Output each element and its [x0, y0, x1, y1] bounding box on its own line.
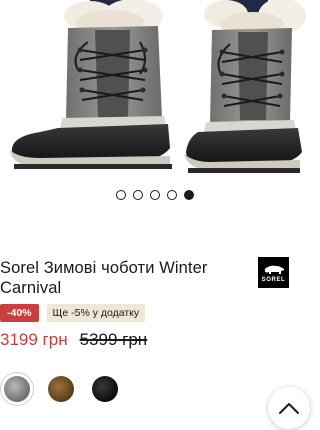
discount-badge: -40%: [0, 304, 39, 322]
color-swatch-grey[interactable]: [0, 372, 34, 406]
carousel-dot-3[interactable]: [150, 190, 160, 200]
color-swatch-fill: [4, 376, 30, 402]
product-title: Sorel Зимові чоботи Winter Carnival: [0, 259, 208, 297]
current-price: 3199 грн: [0, 330, 68, 349]
color-swatch-fill: [92, 376, 118, 402]
carousel-dot-1[interactable]: [116, 190, 126, 200]
old-price: 5399 грн: [79, 330, 148, 349]
color-swatch-fill: [48, 376, 74, 402]
right-boot: [184, 0, 306, 173]
price-badges: -40% Ще -5% у додатку: [0, 304, 146, 322]
color-swatch-black[interactable]: [88, 372, 122, 406]
product-image-gallery[interactable]: [0, 0, 310, 178]
carousel-dot-2[interactable]: [133, 190, 143, 200]
brand-name: SOREL: [261, 276, 286, 283]
chevron-up-icon: [279, 403, 299, 414]
carousel-pagination: [0, 190, 310, 200]
brand-logo[interactable]: SOREL: [258, 257, 289, 288]
color-selector: [0, 372, 122, 406]
left-boot: [10, 0, 172, 169]
carousel-dot-4[interactable]: [167, 190, 177, 200]
carousel-dot-5[interactable]: [184, 190, 194, 200]
polar-bear-icon: [264, 265, 284, 274]
scroll-to-top-button[interactable]: [268, 387, 310, 429]
app-promo-badge: Ще -5% у додатку: [46, 304, 146, 322]
color-swatch-brown[interactable]: [44, 372, 78, 406]
price-block: 3199 грн 5399 грн: [0, 330, 147, 350]
product-image: [10, 0, 306, 173]
